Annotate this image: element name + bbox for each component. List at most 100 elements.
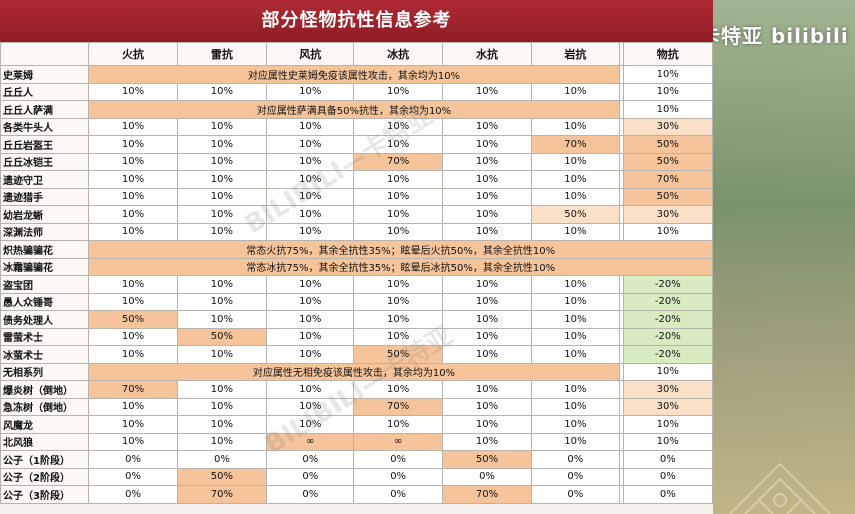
table-row: 公子（2阶段） 0% 50% 0% 0% 0% 0% 0%: [0, 467, 714, 486]
monster-name: 幼岩龙蜥: [0, 205, 90, 224]
resistance-cell: 30%: [622, 397, 714, 416]
resistance-cell: 10%: [531, 310, 620, 329]
resistance-cell: 10%: [266, 222, 355, 241]
header-fire: 火抗: [88, 42, 178, 66]
monster-name: 冰霜骗骗花: [0, 257, 90, 276]
resistance-cell: 10%: [88, 415, 178, 434]
resistance-cell: 10%: [88, 327, 178, 346]
resistance-cell: 30%: [622, 380, 714, 399]
resistance-cell: 10%: [176, 117, 268, 136]
resistance-cell: 10%: [441, 82, 533, 101]
table-row: 风魔龙 10% 10% 10% 10% 10% 10% 10%: [0, 415, 714, 434]
resistance-cell: ∞: [266, 432, 355, 451]
resistance-cell: 10%: [531, 415, 620, 434]
table-row: 冰萤术士 10% 10% 10% 50% 10% 10% -20%: [0, 345, 714, 364]
resistance-cell: 10%: [266, 327, 355, 346]
table-row: 公子（1阶段） 0% 0% 0% 0% 50% 0% 0%: [0, 450, 714, 469]
resistance-cell: 10%: [531, 292, 620, 311]
header-physical: 物抗: [622, 42, 714, 66]
resistance-cell: 10%: [266, 415, 355, 434]
header-anemo: 风抗: [266, 42, 355, 66]
table-row: 雷萤术士 10% 50% 10% 10% 10% 10% -20%: [0, 327, 714, 346]
resistance-cell: 10%: [176, 170, 268, 189]
resistance-cell: 10%: [176, 152, 268, 171]
monster-name: 盗宝团: [0, 275, 90, 294]
resistance-cell: 0%: [622, 485, 714, 504]
resistance-cell: 10%: [353, 292, 443, 311]
monster-name: 公子（2阶段）: [0, 467, 90, 486]
resistance-table-panel: 部分怪物抗性信息参考 火抗 雷抗 风抗 冰抗 水抗 岩抗 物抗 史莱姆 对应属性…: [0, 0, 714, 514]
resistance-cell: 0%: [531, 450, 620, 469]
resistance-cell: 10%: [266, 82, 355, 101]
resistance-table: 火抗 雷抗 风抗 冰抗 水抗 岩抗 物抗 史莱姆 对应属性史莱姆免疫该属性攻击，其…: [0, 42, 714, 504]
resistance-cell: 30%: [622, 205, 714, 224]
resistance-cell: 10%: [88, 117, 178, 136]
resistance-cell: 10%: [176, 187, 268, 206]
resistance-cell: 10%: [353, 310, 443, 329]
resistance-cell: 10%: [266, 205, 355, 224]
resistance-cell: 10%: [266, 187, 355, 206]
resistance-cell: 10%: [353, 170, 443, 189]
resistance-cell: 0%: [353, 450, 443, 469]
resistance-cell: 10%: [176, 222, 268, 241]
monster-name: 遗迹猎手: [0, 187, 90, 206]
resistance-cell: 50%: [353, 345, 443, 364]
resistance-cell: 10%: [353, 187, 443, 206]
resistance-cell: 50%: [622, 135, 714, 154]
resistance-note: 常态冰抗75%，其余全抗性35%；眩晕后冰抗50%，其余全抗性10%: [88, 257, 713, 276]
table-row: 爆炎树（倒地） 70% 10% 10% 10% 10% 10% 30%: [0, 380, 714, 399]
resistance-cell: 10%: [441, 397, 533, 416]
resistance-cell: 10%: [266, 117, 355, 136]
table-row: 愚人众锤哥 10% 10% 10% 10% 10% 10% -20%: [0, 292, 714, 311]
resistance-cell: 10%: [441, 327, 533, 346]
resistance-cell: 10%: [88, 82, 178, 101]
resistance-cell: 10%: [176, 415, 268, 434]
resistance-cell: 10%: [88, 135, 178, 154]
resistance-cell: 10%: [353, 275, 443, 294]
resistance-cell: 10%: [88, 345, 178, 364]
table-row: 史莱姆 对应属性史莱姆免疫该属性攻击，其余均为10% 10%: [0, 65, 714, 84]
monster-name: 史莱姆: [0, 65, 90, 84]
resistance-cell: 10%: [353, 117, 443, 136]
resistance-cell: 10%: [266, 135, 355, 154]
resistance-cell: 10%: [88, 275, 178, 294]
resistance-cell: 10%: [88, 292, 178, 311]
resistance-cell: 10%: [176, 292, 268, 311]
resistance-cell: 10%: [531, 275, 620, 294]
monster-name: 雷萤术士: [0, 327, 90, 346]
monster-name: 炽热骗骗花: [0, 240, 90, 259]
header-corner: [0, 42, 90, 66]
monster-name: 遗迹守卫: [0, 170, 90, 189]
resistance-cell: 10%: [88, 152, 178, 171]
resistance-note: 对应属性史莱姆免疫该属性攻击，其余均为10%: [88, 65, 620, 84]
resistance-cell: 10%: [88, 222, 178, 241]
header-cryo: 冰抗: [353, 42, 443, 66]
resistance-cell: 10%: [441, 222, 533, 241]
resistance-cell: -20%: [622, 275, 714, 294]
resistance-cell: 70%: [88, 380, 178, 399]
resistance-cell: 10%: [441, 152, 533, 171]
resistance-cell: 10%: [176, 380, 268, 399]
resistance-cell: 10%: [88, 205, 178, 224]
resistance-note: 对应属性无相免疫该属性攻击，其余均为10%: [88, 362, 620, 381]
table-row: 深渊法师 10% 10% 10% 10% 10% 10% 10%: [0, 222, 714, 241]
resistance-cell: 10%: [176, 135, 268, 154]
resistance-cell: 50%: [622, 187, 714, 206]
monster-name: 债务处理人: [0, 310, 90, 329]
resistance-cell: 10%: [622, 432, 714, 451]
resistance-cell: 10%: [441, 187, 533, 206]
resistance-cell: 10%: [353, 327, 443, 346]
monster-name: 风魔龙: [0, 415, 90, 434]
resistance-cell: 50%: [176, 327, 268, 346]
resistance-cell: 0%: [88, 467, 178, 486]
resistance-cell: 10%: [441, 310, 533, 329]
resistance-cell: 50%: [88, 310, 178, 329]
resistance-cell: 10%: [622, 100, 714, 119]
resistance-cell: 10%: [266, 152, 355, 171]
table-row: 遗迹猎手 10% 10% 10% 10% 10% 10% 50%: [0, 187, 714, 206]
resistance-cell: 10%: [266, 345, 355, 364]
monster-name: 深渊法师: [0, 222, 90, 241]
resistance-cell: 50%: [441, 450, 533, 469]
resistance-cell: 10%: [531, 222, 620, 241]
resistance-cell: 10%: [531, 117, 620, 136]
